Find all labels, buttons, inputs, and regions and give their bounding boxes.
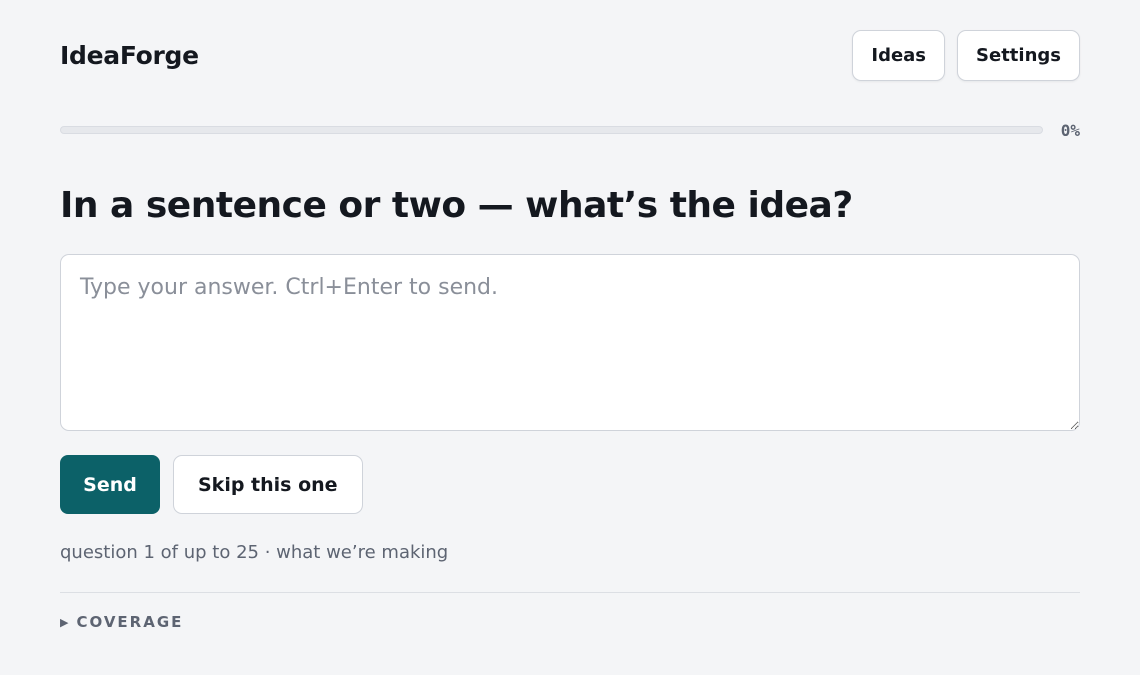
settings-button[interactable]: Settings: [957, 30, 1080, 81]
divider: [60, 592, 1080, 593]
top-nav: Ideas Settings: [852, 30, 1080, 81]
ideas-button[interactable]: Ideas: [852, 30, 946, 81]
question-heading: In a sentence or two — what’s the idea?: [60, 185, 853, 226]
progress-row: 0%: [60, 120, 1080, 140]
page: IdeaForge Ideas Settings 0% In a sentenc…: [0, 0, 1140, 675]
app-title: IdeaForge: [60, 41, 199, 70]
answer-input[interactable]: [60, 254, 1080, 431]
progress-percent: 0%: [1060, 120, 1080, 140]
header: IdeaForge Ideas Settings: [60, 30, 1080, 81]
send-button[interactable]: Send: [60, 455, 160, 514]
answer-actions: Send Skip this one: [60, 455, 363, 514]
question-meta: question 1 of up to 25 · what we’re maki…: [60, 542, 449, 563]
coverage-label: COVERAGE: [76, 613, 184, 631]
caret-right-icon: ▶: [60, 615, 69, 629]
skip-button[interactable]: Skip this one: [173, 455, 363, 514]
coverage-toggle[interactable]: ▶ COVERAGE: [60, 613, 183, 631]
progress-bar: [60, 126, 1043, 134]
